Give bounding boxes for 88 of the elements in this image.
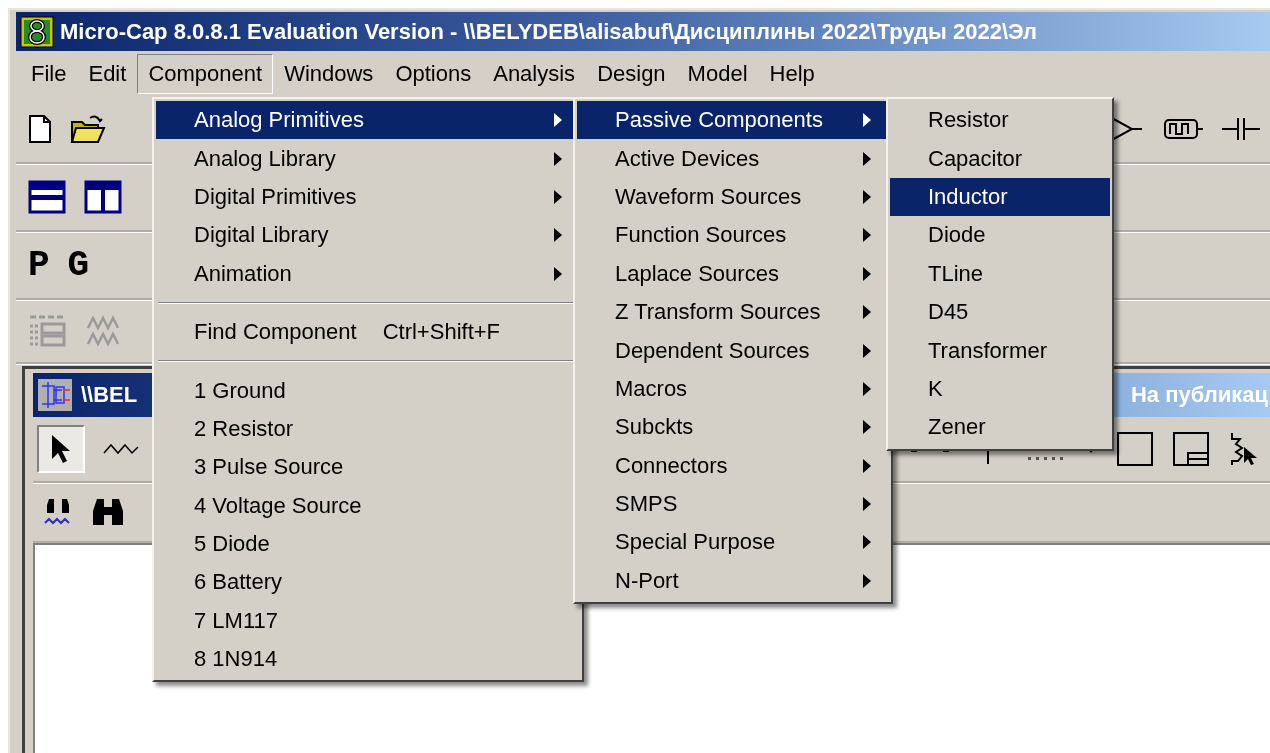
menu-bar-item[interactable]: Design (586, 53, 677, 94)
menu-item-label: Inductor (928, 183, 1008, 210)
menu-item-label: D45 (928, 299, 969, 326)
menu-bar-item[interactable]: Model (676, 53, 759, 94)
menu-item-label: Analog Primitives (194, 107, 364, 134)
menu-item-label: Function Sources (615, 222, 787, 249)
menu-item-label: 6 Battery (194, 569, 283, 596)
folder-icon[interactable] (70, 114, 106, 144)
menu-item[interactable]: Zener (890, 408, 1110, 447)
menu-item-label: 8 1N914 (194, 646, 278, 673)
menu-item[interactable]: Resistor (890, 101, 1110, 140)
menu-item[interactable]: 8 1N914 (156, 640, 580, 679)
menu-bar-item[interactable]: Edit (77, 53, 138, 94)
menu-item-label: Connectors (615, 452, 728, 479)
menu-item-label: Diode (928, 222, 986, 249)
horizontal-split-icon[interactable] (28, 180, 66, 214)
menu-item-label: Digital Primitives (194, 183, 357, 210)
new-document-icon[interactable] (28, 114, 52, 144)
menu-item[interactable]: Special Purpose (577, 523, 889, 562)
toolbar-letter-button[interactable]: P (28, 244, 50, 286)
menu-bar-item[interactable]: Options (384, 53, 483, 94)
menu-item-label: Zener (928, 414, 986, 441)
menu-item-label: Animation (194, 260, 292, 287)
menu-item-label: Special Purpose (615, 529, 776, 556)
menu-item[interactable]: Z Transform Sources (577, 292, 889, 332)
menu-item-label: Subckts (615, 414, 694, 441)
menu-item-label: Laplace Sources (615, 260, 779, 287)
wire-zigzag-icon[interactable] (103, 441, 139, 457)
shortcut-label: Ctrl+Shift+F (382, 319, 501, 346)
menu-item-label: 4 Voltage Source (194, 492, 362, 519)
menu-item[interactable]: Diode (890, 216, 1110, 255)
menu-item[interactable]: Waveform Sources (577, 177, 889, 217)
menu-item[interactable]: Passive Components (577, 101, 889, 140)
menu-item[interactable]: Transformer (890, 331, 1110, 370)
child-window-title: \\BEL (81, 382, 138, 408)
menu-item[interactable]: SMPS (577, 484, 889, 524)
title-block-icon[interactable] (1172, 431, 1210, 467)
menu-item-label: Transformer (928, 337, 1047, 364)
vertical-split-icon[interactable] (84, 180, 122, 214)
toolbar-letter-button[interactable]: G (67, 244, 90, 286)
menu-item[interactable]: Inductor (890, 177, 1110, 217)
menu-item-label: Digital Library (194, 222, 329, 249)
menu-item-label: Macros (615, 375, 688, 402)
binoculars-icon[interactable] (91, 497, 125, 527)
menu-item-label: Passive Components (615, 107, 823, 134)
menu-item[interactable]: Dependent Sources (577, 331, 889, 370)
menu-item[interactable]: D45 (890, 292, 1110, 332)
menu-item-label: 3 Pulse Source (194, 454, 344, 481)
menu-item[interactable]: K (890, 369, 1110, 409)
menu-item[interactable]: Active Devices (577, 139, 889, 178)
square-icon[interactable] (1116, 431, 1154, 467)
menu-item[interactable]: Function Sources (577, 216, 889, 255)
menu-item[interactable]: Laplace Sources (577, 254, 889, 293)
menu-item-label: 2 Resistor (194, 415, 294, 442)
child-window-title: На публикац (1130, 382, 1268, 408)
menu-bar-item[interactable]: Windows (273, 53, 385, 94)
menu-item-label: SMPS (615, 491, 678, 518)
menu-bar-item[interactable]: File (20, 53, 78, 94)
menu-item-label: Z Transform Sources (615, 299, 821, 326)
menu-item-label: Find Component (194, 319, 357, 346)
menu-item-label: Dependent Sources (615, 337, 810, 364)
pulse-source-icon[interactable] (1162, 117, 1204, 141)
menu-item[interactable]: N-Port (577, 561, 889, 601)
menu-item-label: 7 LM117 (194, 607, 278, 634)
menu-bar-item[interactable]: Analysis (482, 53, 587, 94)
menu-item[interactable]: 7 LM117 (156, 601, 580, 641)
menu-item-label: N-Port (615, 567, 679, 594)
menu-item[interactable]: Macros (577, 369, 889, 409)
menu-bar-item[interactable]: Component (137, 53, 274, 94)
menu-item-label: TLine (928, 260, 984, 287)
menu-item-label: Capacitor (928, 145, 1023, 172)
menu-item-label: K (928, 375, 943, 402)
menu-item[interactable]: Connectors (577, 446, 889, 485)
schematic-icon (37, 378, 73, 412)
menu-item-label: Waveform Sources (615, 183, 802, 210)
menu-item-label: 5 Diode (194, 531, 270, 558)
app-logo-icon (20, 15, 54, 48)
menu-item-label: Analog Library (194, 145, 336, 172)
menu-item[interactable]: Capacitor (890, 139, 1110, 178)
menu-item[interactable]: Subckts (577, 408, 889, 447)
menu-item-label: Active Devices (615, 145, 760, 172)
menu-item[interactable]: TLine (890, 254, 1110, 293)
menu-item-label: Resistor (928, 107, 1009, 134)
menu-bar-item[interactable]: Help (758, 53, 826, 94)
capacitor-icon[interactable] (1222, 116, 1260, 142)
select-mode-button[interactable] (37, 425, 85, 473)
window-title: Micro-Cap 8.0.8.1 Evaluation Version - \\BELYDEB\alisabuf\Дисциплины 2022\Труды 2022\Эл (60, 18, 1038, 45)
menu-item-label: 1 Ground (194, 377, 286, 404)
